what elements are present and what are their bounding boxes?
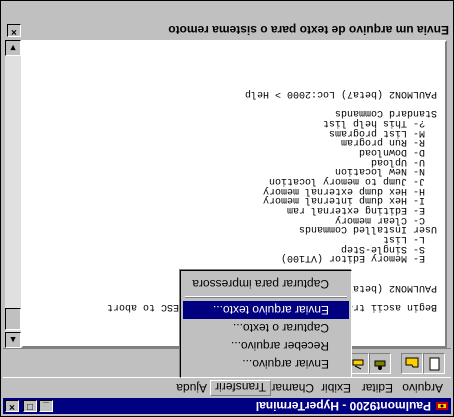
disconnect-icon	[352, 359, 364, 370]
menu-arquivo[interactable]: Arquivo	[398, 380, 447, 396]
terminal-line: PAULMON2 (beta7) Loc:2000 > Help	[244, 87, 437, 99]
menu-exibir[interactable]: Exibir	[317, 380, 355, 396]
transfer-menu: Enviar arquivo... Receber arquivo... Cap…	[180, 270, 352, 378]
terminal-line: C- Clear memory	[334, 213, 437, 225]
menu-chamar[interactable]: Chamar	[267, 380, 318, 396]
terminal-line: J- Jump to memory location	[268, 175, 437, 186]
connect-button[interactable]	[369, 353, 391, 374]
menu-bar: Arquivo Editar Exibir Chamar Transferir …	[3, 379, 451, 397]
terminal-line: User Installed Commands	[298, 223, 437, 235]
terminal-line: H- Hex dump external memory	[262, 184, 437, 196]
menu-enviar-arquivo[interactable]: Enviar arquivo...	[183, 355, 349, 373]
terminal-line: R- Run program	[340, 136, 437, 148]
menu-enviar-arquivo-texto[interactable]: Enviar arquivo texto...	[183, 301, 349, 319]
minimize-button[interactable]: _	[39, 400, 53, 412]
terminal-line: Standard Commands	[334, 107, 437, 119]
scroll-thumb[interactable]	[5, 308, 21, 330]
open-button[interactable]	[401, 353, 423, 374]
new-connection-button[interactable]	[423, 353, 445, 374]
terminal-line: U- Upload	[370, 155, 437, 167]
hyperterminal-window: Paulmont9200 - HyperTerminal _ □ × Arqui…	[0, 0, 454, 417]
window-title: Paulmont9200 - HyperTerminal	[255, 399, 431, 413]
terminal-line: L- List	[382, 233, 437, 245]
menu-separator	[185, 296, 347, 298]
menu-receber-arquivo[interactable]: Receber arquivo...	[183, 337, 349, 355]
terminal-line: S- Single-Step	[340, 242, 437, 254]
rotated-screen: Paulmont9200 - HyperTerminal _ □ × Arqui…	[0, 0, 454, 417]
terminal-line: I- Hex dump internal memory	[262, 194, 437, 206]
menu-capturar-texto[interactable]: Capturar o texto...	[183, 319, 349, 337]
terminal-line: E- Editing external ram	[286, 204, 437, 216]
hyperterminal-app-icon	[436, 402, 448, 410]
terminal-line: ?- This help list	[322, 116, 437, 128]
menu-ajuda[interactable]: Ajuda	[172, 380, 211, 396]
connect-icon	[374, 360, 386, 370]
new-connection-icon	[429, 357, 440, 371]
menu-editar[interactable]: Editar	[358, 380, 397, 396]
close-button[interactable]: ×	[5, 400, 19, 412]
terminal-line: N- New location	[334, 165, 437, 177]
terminal-line: D- Download	[358, 145, 437, 157]
status-description: Envia um arquivo de texto para o sistema…	[168, 23, 449, 37]
menu-capturar-impressora[interactable]: Capturar para impressora	[183, 275, 349, 293]
scroll-up-button[interactable]: ▲	[5, 332, 21, 348]
terminal-line: E- Memory Editor (VT100)	[280, 252, 437, 264]
dialog-close-button[interactable]: ×	[7, 24, 21, 37]
window-titlebar[interactable]: Paulmont9200 - HyperTerminal _ □ ×	[3, 398, 451, 414]
open-icon	[405, 357, 419, 368]
scroll-down-button[interactable]: ▼	[5, 40, 21, 56]
terminal-line: M- List programs	[328, 126, 437, 138]
vertical-scrollbar[interactable]: ▲ ▼	[5, 40, 21, 348]
menu-transferir[interactable]: Transferir	[210, 380, 271, 396]
maximize-button[interactable]: □	[23, 400, 37, 412]
